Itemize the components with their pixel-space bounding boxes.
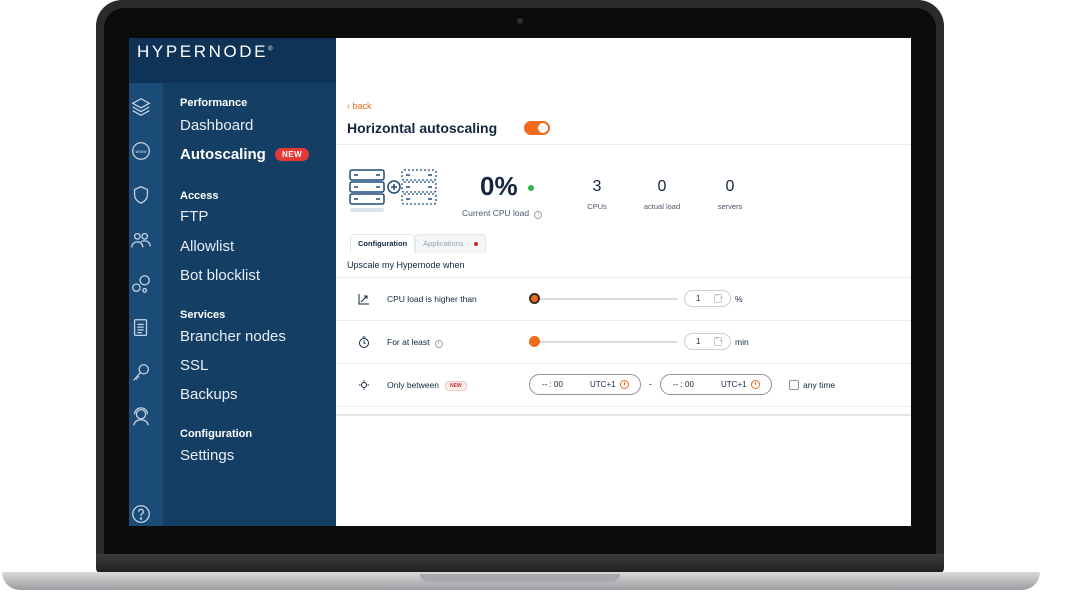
stat-cpus-value: 3 <box>592 178 602 195</box>
sidebar-item-dashboard[interactable]: Dashboard <box>180 117 253 134</box>
nav-section-access: Access <box>180 190 219 202</box>
stat-cpus-label: CPUs <box>587 202 607 211</box>
nav-section-configuration: Configuration <box>180 428 253 440</box>
row-divider <box>336 363 911 364</box>
svg-text:www: www <box>135 150 146 155</box>
help-icon[interactable] <box>129 502 153 526</box>
sidebar-item-backups[interactable]: Backups <box>180 386 238 403</box>
laptop-hinge <box>96 554 944 574</box>
brand-bar: HYPERNODE® <box>129 38 336 83</box>
tabs: Configuration Applications <box>350 234 486 253</box>
time-separator: - <box>649 379 652 389</box>
sidebar-item-ftp[interactable]: FTP <box>180 208 208 225</box>
any-time-checkbox[interactable] <box>789 380 799 390</box>
end-time-field[interactable]: -- : 00 UTC+1 <box>660 374 772 395</box>
branches-icon[interactable] <box>129 272 153 296</box>
any-time-label: any time <box>803 380 836 390</box>
screen: HYPERNODE® www Performance Dashboard Aut… <box>129 38 911 526</box>
servers-illustration-icon <box>349 169 437 212</box>
duration-label: For at least i <box>387 337 443 348</box>
page-title: Horizontal autoscaling <box>347 120 498 136</box>
info-icon[interactable]: i <box>434 340 443 348</box>
section-heading: Upscale my Hypernode when <box>347 260 465 270</box>
stat-actual-load-value: 0 <box>657 178 667 195</box>
trend-up-icon <box>358 294 369 305</box>
back-link[interactable]: ‹ back <box>347 101 372 111</box>
notification-dot <box>473 242 478 247</box>
duration-track[interactable] <box>529 341 678 343</box>
row-divider <box>336 277 911 278</box>
shield-icon[interactable] <box>129 183 153 207</box>
cpu-threshold-stepper[interactable]: 1 ⌃⌄ <box>684 290 731 307</box>
sidebar-item-allowlist[interactable]: Allowlist <box>180 238 234 255</box>
cpu-load-label: Current CPU load i <box>462 208 543 219</box>
row-divider <box>336 320 911 321</box>
nav-section-services: Services <box>180 309 226 321</box>
main-content: ‹ back Horizontal autoscaling 0% Current… <box>336 38 911 526</box>
divider <box>336 144 911 145</box>
new-badge-small: NEW <box>444 380 467 391</box>
sidebar-item-ssl[interactable]: SSL <box>180 357 208 374</box>
support-agent-icon[interactable] <box>129 405 153 429</box>
time-window-label: Only between NEW <box>387 380 467 391</box>
laptop-notch <box>420 574 620 582</box>
document-icon[interactable] <box>129 316 153 340</box>
cpu-threshold-track[interactable] <box>529 298 678 300</box>
autoscaling-toggle[interactable] <box>524 121 550 135</box>
duration-slider[interactable] <box>529 336 540 347</box>
sidebar-item-brancher-nodes[interactable]: Brancher nodes <box>180 328 286 345</box>
info-icon[interactable]: i <box>534 211 543 219</box>
cpu-load-value: 0% <box>480 171 518 201</box>
sidebar-item-settings[interactable]: Settings <box>180 447 234 464</box>
logo[interactable]: HYPERNODE® <box>137 42 273 62</box>
duration-unit: min <box>735 337 749 347</box>
key-icon[interactable] <box>129 361 153 385</box>
row-divider <box>336 406 911 407</box>
day-night-icon <box>359 380 369 390</box>
clock-icon[interactable] <box>620 380 629 389</box>
start-time-field[interactable]: -- : 00 UTC+1 <box>529 374 641 395</box>
tab-applications[interactable]: Applications <box>415 234 486 253</box>
cpu-threshold-label: CPU load is higher than <box>387 294 477 304</box>
layers-icon[interactable] <box>129 95 153 119</box>
cpu-threshold-unit: % <box>735 294 743 304</box>
sidebar: HYPERNODE® www Performance Dashboard Aut… <box>129 38 336 526</box>
icon-rail: www <box>129 83 163 526</box>
sidebar-item-autoscaling[interactable]: Autoscaling <box>180 146 266 163</box>
cpu-threshold-slider[interactable] <box>529 293 540 304</box>
tab-configuration[interactable]: Configuration <box>350 234 416 253</box>
globe-www-icon[interactable]: www <box>129 139 153 163</box>
nav-section-performance: Performance <box>180 97 248 109</box>
duration-stepper[interactable]: 1 ⌃⌄ <box>684 333 731 350</box>
stopwatch-icon <box>359 336 369 348</box>
stat-servers-value: 0 <box>725 178 735 195</box>
new-badge: NEW <box>275 148 310 161</box>
stat-actual-load-label: actual load <box>643 202 681 211</box>
stepper-arrows-icon[interactable]: ⌃⌄ <box>714 337 723 346</box>
users-icon[interactable] <box>129 228 153 252</box>
status-dot <box>528 185 534 191</box>
stepper-arrows-icon[interactable]: ⌃⌄ <box>714 294 723 303</box>
clock-icon[interactable] <box>751 380 760 389</box>
sidebar-item-bot-blocklist[interactable]: Bot blocklist <box>180 267 260 284</box>
camera-icon <box>517 18 523 24</box>
stat-servers-label: servers <box>717 202 743 211</box>
panel-bottom-border <box>336 414 911 416</box>
